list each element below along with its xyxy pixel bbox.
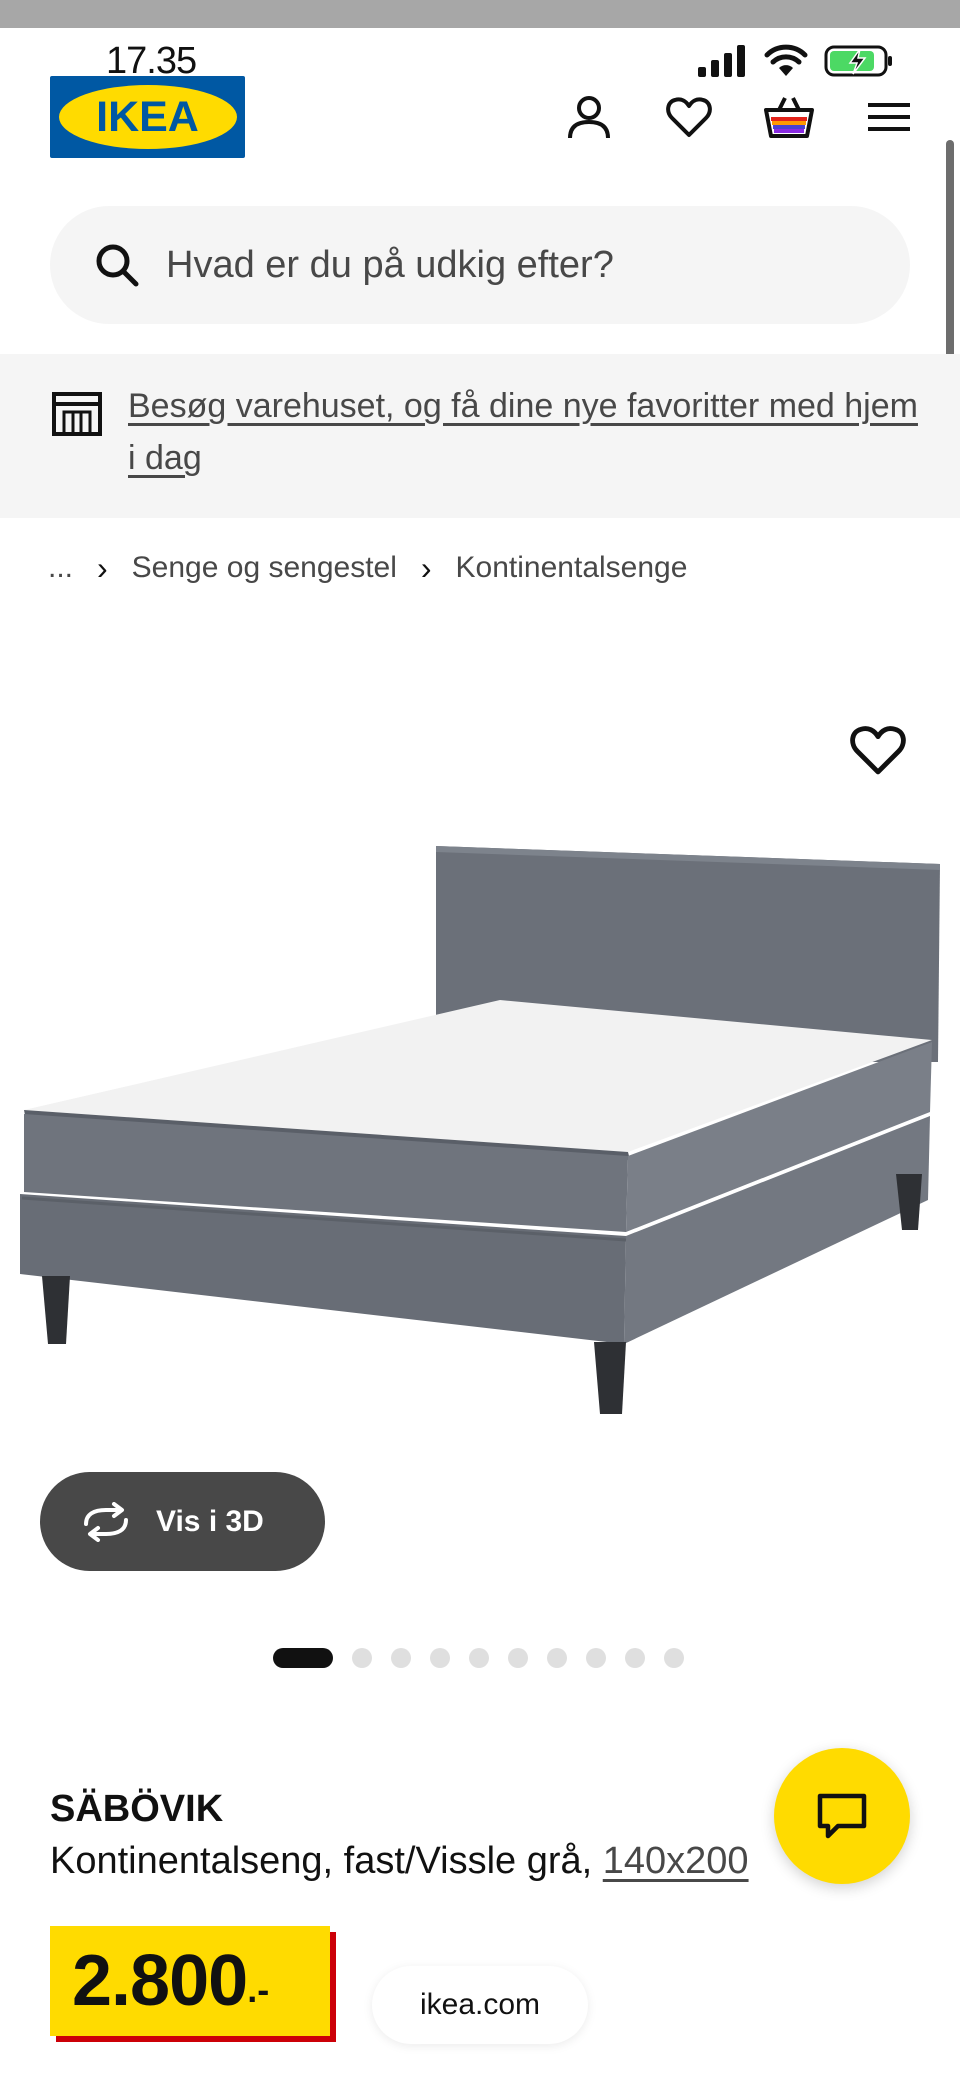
breadcrumb-item-kontinentalsenge[interactable]: Kontinentalsenge: [456, 551, 688, 585]
battery-charging-icon: [824, 45, 892, 77]
add-to-favorites-icon[interactable]: [850, 722, 906, 778]
search-icon: [96, 244, 139, 287]
chat-bubble-icon: [817, 1793, 867, 1839]
ikea-logo[interactable]: IKEA: [50, 76, 245, 158]
carousel-dot[interactable]: [508, 1648, 528, 1668]
price-tag: 2.800 .-: [50, 1926, 330, 2036]
cart-button[interactable]: [760, 88, 818, 146]
carousel-dot[interactable]: [547, 1648, 567, 1668]
carousel-dot[interactable]: [625, 1648, 645, 1668]
product-description: Kontinentalseng, fast/Vissle grå, 140x20…: [50, 1840, 749, 1883]
carousel-dot[interactable]: [430, 1648, 450, 1668]
product-image[interactable]: [0, 830, 960, 1430]
browser-url-bar[interactable]: ikea.com: [372, 1966, 588, 2044]
hamburger-icon: [868, 103, 910, 131]
menu-button[interactable]: [860, 88, 918, 146]
logo-text: IKEA: [96, 92, 199, 141]
account-button[interactable]: [560, 88, 618, 146]
breadcrumb-ellipsis[interactable]: ...: [48, 551, 73, 585]
wifi-icon: [764, 44, 808, 76]
scrollbar[interactable]: [946, 140, 954, 360]
carousel-dot[interactable]: [469, 1648, 489, 1668]
carousel-dot[interactable]: [664, 1648, 684, 1668]
carousel-dots: [273, 1648, 684, 1668]
chat-button[interactable]: [774, 1748, 910, 1884]
person-icon: [568, 96, 610, 139]
status-icons: [698, 44, 894, 78]
view-3d-button[interactable]: Vis i 3D: [40, 1472, 325, 1571]
rotate-3d-icon: [84, 1501, 128, 1542]
search-placeholder: Hvad er du på udkig efter?: [166, 243, 614, 286]
browser-top-strip: [0, 0, 960, 28]
carousel-dot[interactable]: [391, 1648, 411, 1668]
price-amount: 2.800: [72, 1941, 248, 2021]
shopping-bag-icon: [764, 97, 814, 138]
chevron-right-icon: ›: [97, 549, 108, 586]
carousel-dot-active[interactable]: [273, 1648, 333, 1668]
price-suffix: .-: [247, 1969, 270, 2010]
store-visit-link[interactable]: Besøg varehuset, og få dine nye favoritt…: [128, 380, 918, 484]
cellular-signal-icon: [698, 45, 745, 77]
logo-oval: IKEA: [58, 85, 237, 149]
search-input[interactable]: Hvad er du på udkig efter?: [50, 206, 910, 324]
header-icons: [560, 88, 918, 146]
breadcrumb-item-senge[interactable]: Senge og sengestel: [132, 551, 397, 585]
carousel-dot[interactable]: [586, 1648, 606, 1668]
chevron-right-icon: ›: [420, 549, 432, 586]
favorites-button[interactable]: [660, 88, 718, 146]
heart-icon: [666, 97, 712, 137]
product-name: SÄBÖVIK: [50, 1788, 224, 1830]
breadcrumb: ... › Senge og sengestel › Kontinentalse…: [48, 548, 687, 588]
view-3d-label: Vis i 3D: [156, 1504, 264, 1538]
product-description-text: Kontinentalseng, fast/Vissle grå,: [50, 1840, 603, 1882]
carousel-dot[interactable]: [352, 1648, 372, 1668]
product-page: 17.35 IKEA Hvad er du på udkig efter? Be…: [0, 0, 960, 2078]
store-icon: [52, 392, 102, 436]
size-link[interactable]: 140x200: [603, 1840, 749, 1882]
